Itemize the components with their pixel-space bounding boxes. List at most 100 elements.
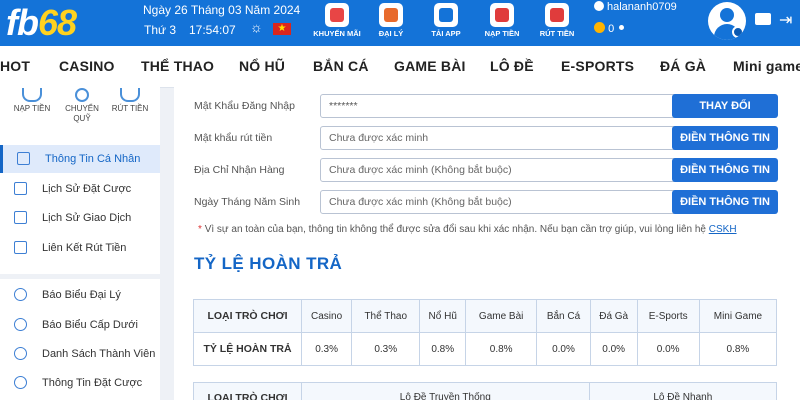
security-note: * Vì sự an toàn của bạn, thông tin không… [198,224,737,235]
header-date: Ngày 26 Tháng 03 Năm 2024 [143,3,301,17]
rebate-rate-cell: 0.0% [536,332,591,366]
agent-label: ĐẠI LÝ [378,29,404,38]
form-row-login-password: Mật Khẩu Đăng Nhập THAY ĐỔI [194,94,784,118]
game-type-header: LOẠI TRÒ CHƠI [193,299,302,333]
rebate-table: LOẠI TRÒ CHƠI Casino Thể Thao Nổ Hũ Game… [193,299,778,366]
sidebar-item-transaction-history[interactable]: Lịch Sử Giao Dịch [0,204,160,232]
birthdate-label: Ngày Tháng Năm Sinh [194,196,301,208]
mail-icon[interactable] [755,13,771,25]
transaction-history-icon [14,211,27,224]
logout-icon[interactable]: ⇥ [779,10,792,30]
nav-card-games[interactable]: GAME BÀI [394,58,466,74]
sidebar-item-label: Thông Tin Đặt Cược [42,377,143,389]
account-sidebar: NẠP TIỀN CHUYỂN QUỸ RÚT TIỀN Thông Tin C… [0,84,160,400]
game-column-header: Đá Gà [589,299,638,333]
nav-fishing[interactable]: BẮN CÁ [313,58,369,74]
gift-icon [325,3,349,27]
download-app-icon [434,3,458,27]
login-password-field[interactable] [320,94,686,118]
nav-mini-game[interactable]: Mini game [733,58,800,74]
download-app-button[interactable]: TẢI APP [417,0,475,44]
deposit-icon [22,88,42,102]
sidebar-item-bet-info[interactable]: Thông Tin Đặt Cược [0,369,160,397]
fill-birthdate-button[interactable]: ĐIỀN THÔNG TIN [672,190,778,214]
vietnam-flag-icon[interactable]: ★ [273,23,291,35]
sidebar-item-label: Báo Biểu Cấp Dưới [42,319,138,331]
avatar[interactable] [708,2,746,40]
profile-panel: Mật Khẩu Đăng Nhập THAY ĐỔI Mật khẩu rút… [174,84,800,400]
rebate-rate-cell: 0.3% [300,332,353,366]
username-row[interactable]: halananh0709 [594,1,677,13]
rebate-rate-cell: 0.3% [351,332,421,366]
game-column-header: Mini Game [698,299,778,333]
table-row: LOẠI TRÒ CHƠI Lô Đề Truyền Thống Lô Đề N… [193,382,778,400]
bet-history-icon [14,182,27,195]
withdraw-button[interactable]: RÚT TIỀN [528,0,586,44]
profile-card-icon [17,152,30,165]
sidebar-item-member-list[interactable]: Danh Sách Thành Viên [0,340,160,368]
quick-transfer-button[interactable]: CHUYỂN QUỸ [56,88,108,140]
game-column-header: Lô Đề Truyền Thống [301,382,590,400]
quick-deposit-button[interactable]: NẠP TIỀN [6,88,58,140]
balance-value: 0 [608,23,615,35]
promotion-button[interactable]: KHUYẾN MÃI [308,0,366,44]
sidebar-item-label: Lịch Sử Đặt Cược [42,183,132,195]
sidebar-item-label: Lịch Sử Giao Dịch [42,212,132,224]
bank-link-icon [14,241,27,254]
withdraw-password-field[interactable] [320,126,686,150]
agent-report-icon [14,288,27,301]
security-note-text: Vì sự an toàn của bạn, thông tin không t… [204,224,706,235]
deposit-label: NẠP TIỀN [484,29,520,38]
download-app-label: TẢI APP [431,29,461,38]
fill-withdraw-password-button[interactable]: ĐIỀN THÔNG TIN [672,126,778,150]
change-password-button[interactable]: THAY ĐỔI [672,94,778,118]
refresh-dot-icon[interactable] [619,25,625,30]
balance-row: 0 [594,22,626,35]
game-column-header: Game Bài [465,299,538,333]
bet-info-icon [14,376,27,389]
rebate-title: TỶ LỆ HOÀN TRẢ [194,254,343,273]
withdraw-icon [545,3,569,27]
header-time: 17:54:07 [189,23,236,37]
form-row-birthdate: Ngày Tháng Năm Sinh ĐIỀN THÔNG TIN [194,190,784,214]
withdraw-icon [120,88,140,102]
rebate-rate-cell: 0.8% [419,332,467,366]
sidebar-item-agent-report[interactable]: Báo Biểu Đại Lý [0,281,160,309]
nav-lottery[interactable]: LÔ ĐỀ [490,58,534,74]
header-weekday: Thứ 3 [144,23,177,37]
fill-shipping-address-button[interactable]: ĐIỀN THÔNG TIN [672,158,778,182]
agent-button[interactable]: ĐẠI LÝ [362,0,420,44]
game-column-header: E-Sports [636,299,700,333]
logo-accent: 68 [37,2,77,43]
withdraw-label: RÚT TIỀN [539,29,575,38]
sidebar-item-withdraw-link[interactable]: Liên Kết Rút Tiền [0,234,160,262]
subordinate-report-icon [14,318,27,331]
rebate-rate-cell: 0.0% [589,332,638,366]
site-logo[interactable]: fb68 [6,2,77,44]
sidebar-item-subordinate-report[interactable]: Báo Biểu Cấp Dưới [0,311,160,339]
shipping-address-field[interactable] [320,158,686,182]
shipping-address-label: Địa Chỉ Nhận Hàng [194,164,285,176]
coin-icon [594,22,605,33]
deposit-icon [490,3,514,27]
sidebar-divider [0,274,160,279]
quick-deposit-label: NẠP TIỀN [13,104,51,113]
nav-slots[interactable]: NỔ HŨ [239,58,285,74]
login-password-label: Mật Khẩu Đăng Nhập [194,100,295,112]
lottery-rebate-table: LOẠI TRÒ CHƠI Lô Đề Truyền Thống Lô Đề N… [193,382,778,400]
nav-sports[interactable]: THỂ THAO [141,58,214,74]
customer-service-link[interactable]: CSKH [709,224,737,235]
main-nav: HOT CASINO THỂ THAO NỔ HŨ BẮN CÁ GAME BÀ… [0,46,800,88]
deposit-button[interactable]: NẠP TIỀN [473,0,531,44]
rebate-rate-label: TỶ LỆ HOÀN TRẢ [193,332,302,366]
birthdate-field[interactable] [320,190,686,214]
nav-casino[interactable]: CASINO [59,58,115,74]
nav-cockfight[interactable]: ĐÁ GÀ [660,58,706,74]
quick-withdraw-button[interactable]: RÚT TIỀN [104,88,156,140]
sidebar-item-bet-history[interactable]: Lịch Sử Đặt Cược [0,175,160,203]
nav-hot[interactable]: HOT [0,58,30,74]
sidebar-item-profile[interactable]: Thông Tin Cá Nhân [0,145,160,173]
nav-esports[interactable]: E-SPORTS [561,58,634,74]
sidebar-item-label: Liên Kết Rút Tiền [42,242,127,254]
sidebar-item-label: Báo Biểu Đại Lý [42,289,121,301]
